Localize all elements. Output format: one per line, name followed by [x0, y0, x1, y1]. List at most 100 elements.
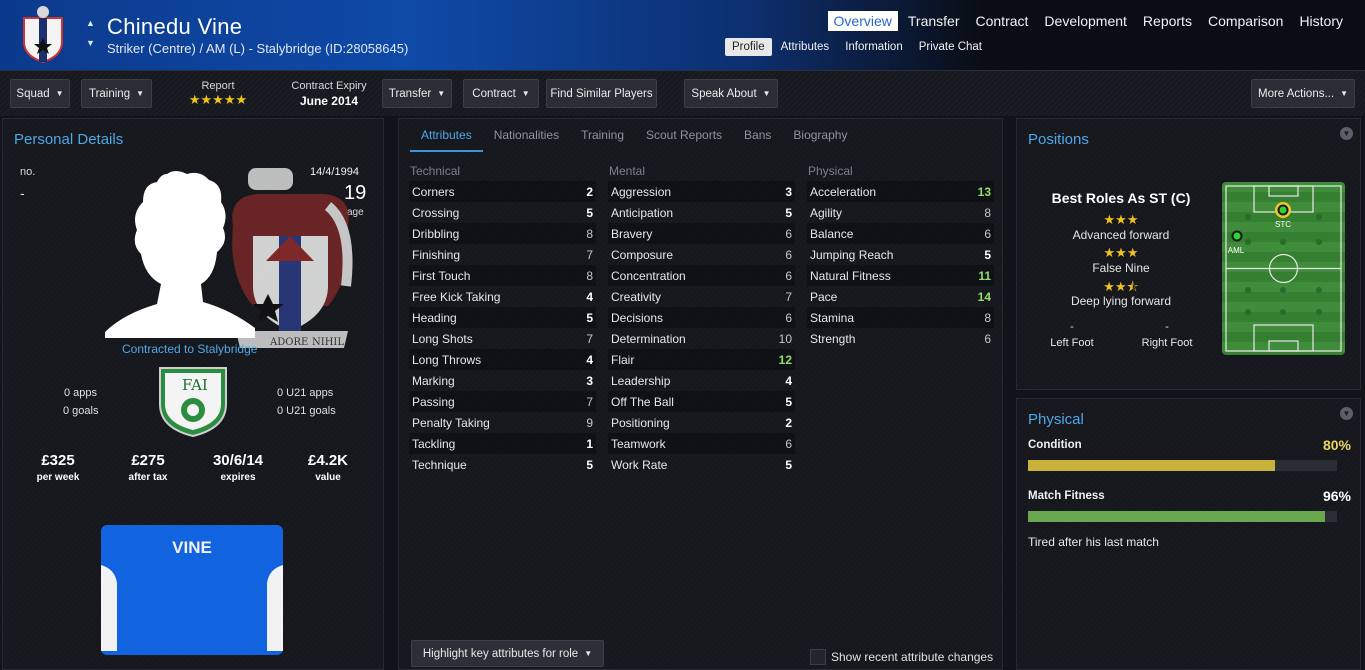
attribute-row[interactable]: Pace 14 [807, 286, 994, 307]
contract-button[interactable]: Contract ▼ [463, 79, 539, 108]
attribute-row[interactable]: Work Rate 5 [608, 454, 795, 475]
attribute-row[interactable]: Off The Ball 5 [608, 391, 795, 412]
highlight-key-attributes-button[interactable]: Highlight key attributes for role ▼ [411, 640, 604, 667]
attribute-row[interactable]: Decisions 6 [608, 307, 795, 328]
attribute-row[interactable]: Positioning 2 [608, 412, 795, 433]
squad-label: Squad [16, 87, 50, 100]
technical-heading: Technical [410, 164, 461, 178]
caret-down-icon: ▼ [521, 89, 530, 98]
tab-bans[interactable]: Bans [733, 127, 782, 152]
player-header: ▲ ▼ Chinedu Vine Striker (Centre) / AM (… [0, 0, 1365, 70]
prev-player-arrow-icon[interactable]: ▲ [86, 18, 95, 28]
attribute-value: 5 [785, 394, 792, 409]
attribute-row[interactable]: Tackling 1 [409, 433, 596, 454]
contracted-to-link[interactable]: Contracted to Stalybridge [122, 342, 257, 356]
sub-nav: Profile Attributes Information Private C… [725, 38, 989, 56]
shirt-name: VINE [172, 538, 212, 557]
attribute-value: 11 [978, 268, 991, 283]
nav-overview[interactable]: Overview [827, 11, 898, 31]
attribute-row[interactable]: Free Kick Taking 4 [409, 286, 596, 307]
more-actions-label: More Actions... [1258, 87, 1335, 100]
attribute-row[interactable]: Technique 5 [409, 454, 596, 475]
attribute-row[interactable]: Crossing 5 [409, 202, 596, 223]
squad-number-label: no. [20, 166, 36, 178]
caret-down-icon: ▼ [437, 89, 446, 98]
attribute-value: 13 [977, 184, 991, 199]
recent-changes-checkbox[interactable] [810, 649, 826, 665]
attribute-row[interactable]: Composure 6 [608, 244, 795, 265]
speak-about-button[interactable]: Speak About ▼ [684, 79, 778, 108]
attribute-row[interactable]: Long Shots 7 [409, 328, 596, 349]
nav-contract[interactable]: Contract [970, 11, 1035, 31]
attribute-row[interactable]: Corners 2 [409, 181, 596, 202]
collapse-icon[interactable]: ▼ [1340, 127, 1353, 140]
find-similar-button[interactable]: Find Similar Players [546, 79, 657, 108]
training-button[interactable]: Training ▼ [81, 79, 152, 108]
attribute-name: Crossing [412, 205, 460, 220]
collapse-icon[interactable]: ▼ [1340, 407, 1353, 420]
attribute-row[interactable]: Stamina 8 [807, 307, 994, 328]
attribute-name: Concentration [611, 268, 686, 283]
tab-biography[interactable]: Biography [782, 127, 858, 152]
attribute-name: Passing [412, 394, 455, 409]
attribute-row[interactable]: Teamwork 6 [608, 433, 795, 454]
tab-attributes[interactable]: Attributes [410, 127, 483, 152]
transfer-button[interactable]: Transfer ▼ [382, 79, 452, 108]
attribute-row[interactable]: Agility 8 [807, 202, 994, 223]
report-rating[interactable]: Report ★★★★★ [178, 80, 258, 108]
attribute-row[interactable]: Heading 5 [409, 307, 596, 328]
attribute-row[interactable]: Anticipation 5 [608, 202, 795, 223]
subnav-private-chat[interactable]: Private Chat [912, 38, 989, 56]
nav-transfer[interactable]: Transfer [902, 11, 966, 31]
tab-scout-reports[interactable]: Scout Reports [635, 127, 733, 152]
squad-button[interactable]: Squad ▼ [10, 79, 70, 108]
attribute-row[interactable]: Jumping Reach 5 [807, 244, 994, 265]
nav-development[interactable]: Development [1038, 11, 1133, 31]
attribute-name: Flair [611, 352, 635, 367]
physical-title: Physical [1028, 411, 1084, 428]
nav-reports[interactable]: Reports [1137, 11, 1198, 31]
attribute-row[interactable]: Aggression 3 [608, 181, 795, 202]
nav-history[interactable]: History [1293, 11, 1349, 31]
attribute-value: 5 [785, 457, 792, 472]
attribute-row[interactable]: Penalty Taking 9 [409, 412, 596, 433]
tab-nationalities[interactable]: Nationalities [483, 127, 570, 152]
attribute-row[interactable]: Flair 12 [608, 349, 795, 370]
subnav-profile[interactable]: Profile [725, 38, 772, 56]
club-crest-icon [23, 6, 63, 64]
subnav-information[interactable]: Information [838, 38, 910, 56]
technical-attribute-list: Corners 2 Crossing 5 Dribbling 8 Finishing 7 Fir… [409, 181, 596, 475]
role-name: Advanced forward [1072, 228, 1170, 242]
u21-goals-count: 0 U21 goals [277, 405, 336, 417]
attribute-row[interactable]: Marking 3 [409, 370, 596, 391]
nav-comparison[interactable]: Comparison [1202, 11, 1289, 31]
attribute-name: Work Rate [611, 457, 668, 472]
attribute-row[interactable]: Long Throws 4 [409, 349, 596, 370]
attribute-value: 8 [586, 268, 593, 283]
attribute-row[interactable]: Bravery 6 [608, 223, 795, 244]
attribute-row[interactable]: Finishing 7 [409, 244, 596, 265]
attribute-value: 5 [586, 457, 593, 472]
mental-heading: Mental [609, 164, 646, 178]
attribute-row[interactable]: Passing 7 [409, 391, 596, 412]
attribute-row[interactable]: Natural Fitness 11 [807, 265, 994, 286]
subnav-attributes[interactable]: Attributes [774, 38, 837, 56]
attribute-row[interactable]: Determination 10 [608, 328, 795, 349]
u21-apps-count: 0 U21 apps [277, 387, 334, 399]
more-actions-button[interactable]: More Actions... ▼ [1251, 79, 1355, 108]
tab-training[interactable]: Training [570, 127, 635, 152]
attribute-row[interactable]: Dribbling 8 [409, 223, 596, 244]
attribute-row[interactable]: Creativity 7 [608, 286, 795, 307]
crest-motto-2: NIHIL [312, 337, 344, 348]
attribute-row[interactable]: Concentration 6 [608, 265, 795, 286]
attribute-tabs: Attributes Nationalities Training Scout … [410, 127, 858, 152]
value-caption: value [315, 472, 341, 483]
next-player-arrow-icon[interactable]: ▼ [86, 38, 95, 48]
attribute-name: Leadership [611, 373, 671, 388]
attribute-row[interactable]: First Touch 8 [409, 265, 596, 286]
attribute-row[interactable]: Balance 6 [807, 223, 994, 244]
contract-expiry-label: Contract Expiry [291, 80, 367, 92]
attribute-row[interactable]: Leadership 4 [608, 370, 795, 391]
attribute-row[interactable]: Strength 6 [807, 328, 994, 349]
attribute-row[interactable]: Acceleration 13 [807, 181, 994, 202]
